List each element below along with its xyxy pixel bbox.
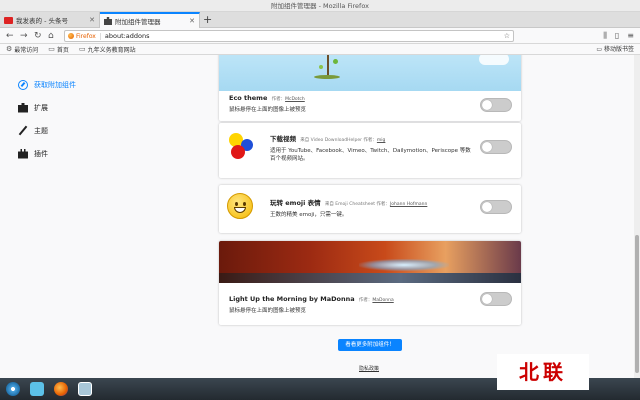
bookmark-edu[interactable]: ▭ 九年义务教育网站 [79, 45, 136, 54]
install-toggle[interactable] [480, 292, 512, 306]
addon-by: 来自 Video DownloadHelper 作者： [300, 138, 377, 143]
addon-card-emoji: 玩转 emoji 表情 来自 Emoji Cheatsheet 作者：Johan… [219, 185, 521, 233]
addon-description: 鼠标悬停在上面的图像上被预览 [229, 107, 307, 113]
addon-description: 王数的精美 emoji，只需一键。 [270, 212, 348, 218]
addon-author-link[interactable]: mig [377, 138, 386, 143]
bookmark-home[interactable]: ▭ 首页 [48, 45, 69, 54]
bookmark-label: 首页 [56, 46, 69, 54]
tab-label: 我发表的 - 头条号 [16, 17, 68, 25]
tab-strip: 我发表的 - 头条号 ✕ 附加组件管理器 ✕ + [0, 12, 640, 28]
identity-label: Firefox [76, 32, 96, 40]
puzzle-icon [104, 17, 112, 25]
gear-icon: ⚙ [6, 45, 13, 53]
addon-name: Eco theme [229, 94, 268, 102]
addon-card-eco-theme: Eco theme 作者：McDotch 鼠标悬停在上面的图像上被预览 [219, 55, 521, 121]
menu-icon[interactable]: ≡ [627, 30, 634, 42]
reload-icon[interactable]: ↻ [34, 30, 42, 42]
puzzle-icon [18, 102, 28, 113]
category-sidebar: 获取附加组件 扩展 主题 插件 [18, 73, 76, 165]
see-more-addons-button[interactable]: 看看更多附加组件！ [338, 339, 402, 351]
folder-icon: ▭ [596, 46, 602, 53]
bookmark-label: 九年义务教育网站 [87, 46, 136, 54]
library-icon[interactable]: ⫼ [603, 30, 607, 42]
install-toggle[interactable] [480, 200, 512, 214]
sidebar-item-plugins[interactable]: 插件 [18, 142, 76, 165]
plugin-icon [18, 148, 28, 159]
sidebar-item-label: 获取附加组件 [34, 80, 76, 89]
brush-icon [18, 126, 28, 136]
addon-name: Light Up the Morning by MaDonna [229, 295, 355, 303]
scrollbar[interactable] [634, 55, 640, 378]
sidebar-item-label: 扩展 [34, 103, 48, 112]
mobile-bookmarks[interactable]: ▭ 移动版书签 [596, 44, 634, 55]
sidebar-item-label: 插件 [34, 149, 48, 158]
close-icon[interactable]: ✕ [89, 16, 95, 24]
sidebar-toggle-icon[interactable]: ▯ [615, 30, 619, 42]
firefox-icon[interactable] [54, 382, 68, 396]
close-icon[interactable]: ✕ [189, 17, 195, 25]
image-viewer-icon[interactable] [78, 382, 92, 396]
addon-author-link[interactable]: McDotch [285, 97, 305, 102]
addon-author-link[interactable]: MaDonna [372, 298, 393, 303]
identity-badge[interactable]: Firefox [68, 32, 101, 40]
bookmark-most-visited[interactable]: ⚙ 最常访问 [6, 45, 38, 54]
tab-toutiao[interactable]: 我发表的 - 头条号 ✕ [0, 12, 100, 28]
privacy-policy-link[interactable]: 隐私政策 [359, 365, 379, 372]
addon-description: 鼠标悬停在上面的图像上被预览 [229, 308, 307, 314]
addon-description: 适用于 YouTube、Facebook、Vimeo、Twitch、Dailym… [270, 148, 471, 162]
install-toggle[interactable] [480, 140, 512, 154]
addon-card-light-up-morning: Light Up the Morning by MaDonna 作者：MaDon… [219, 241, 521, 325]
scrollbar-thumb[interactable] [635, 235, 639, 373]
theme-preview-image[interactable] [219, 55, 521, 91]
watermark-logo: 北联 [497, 354, 589, 390]
start-menu-icon[interactable] [6, 382, 20, 396]
file-manager-icon[interactable] [30, 382, 44, 396]
addon-author-link[interactable]: Johann Hofmann [390, 202, 427, 207]
video-download-icon [227, 131, 257, 161]
url-text[interactable]: about:addons [105, 32, 500, 40]
tab-label: 附加组件管理器 [115, 18, 161, 26]
addon-name: 玩转 emoji 表情 [270, 199, 321, 207]
sidebar-item-extensions[interactable]: 扩展 [18, 96, 76, 119]
nav-bar: ← → ↻ ⌂ Firefox about:addons ☆ ⫼ ▯ ≡ [0, 28, 640, 44]
addon-by: 作者： [271, 97, 286, 102]
firefox-icon [68, 33, 74, 39]
sidebar-item-discover[interactable]: 获取附加组件 [18, 73, 76, 96]
addon-card-video-download: 下载视频 来自 Video DownloadHelper 作者：mig 适用于 … [219, 123, 521, 178]
sidebar-item-label: 主题 [34, 126, 48, 135]
folder-icon: ▭ [48, 45, 55, 53]
bookmarks-bar: ⚙ 最常访问 ▭ 首页 ▭ 九年义务教育网站 ▭ 移动版书签 [0, 44, 640, 55]
home-icon[interactable]: ⌂ [48, 30, 54, 42]
addon-by: 来自 Emoji Cheatsheet 作者： [324, 202, 390, 207]
back-icon[interactable]: ← [6, 30, 14, 42]
toutiao-icon [4, 16, 13, 24]
addon-name: 下载视频 [270, 135, 296, 143]
install-toggle[interactable] [480, 98, 512, 112]
window-title: 附加组件管理器 - Mozilla Firefox [0, 0, 640, 12]
url-bar[interactable]: Firefox about:addons ☆ [64, 30, 514, 42]
compass-icon [18, 79, 28, 90]
new-tab-icon[interactable]: + [203, 13, 212, 27]
bookmark-label: 最常访问 [14, 46, 39, 54]
bookmark-label: 移动版书签 [603, 46, 634, 53]
star-icon[interactable]: ☆ [504, 32, 510, 40]
emoji-icon [227, 193, 257, 223]
theme-preview-image[interactable] [219, 241, 521, 283]
tab-addons[interactable]: 附加组件管理器 ✕ [100, 12, 200, 28]
sidebar-item-themes[interactable]: 主题 [18, 119, 76, 142]
folder-icon: ▭ [78, 45, 86, 53]
addon-by: 作者： [358, 298, 373, 303]
addons-page: 获取附加组件 扩展 主题 插件 Eco theme 作者：McDotch 鼠标悬… [0, 55, 640, 378]
forward-icon[interactable]: → [20, 30, 28, 42]
